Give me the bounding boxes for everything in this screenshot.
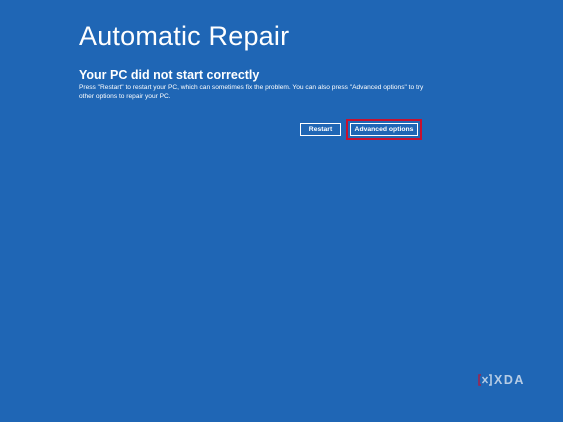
watermark: XDA (478, 373, 534, 387)
xda-logo-icon (478, 374, 492, 386)
page-title: Automatic Repair (79, 21, 290, 51)
watermark-text: XDA (494, 373, 525, 387)
automatic-repair-screen: Automatic Repair Your PC did not start c… (0, 0, 563, 422)
page-subtitle: Your PC did not start correctly (79, 68, 260, 82)
description-text: Press "Restart" to restart your PC, whic… (79, 84, 424, 100)
restart-button[interactable]: Restart (300, 123, 341, 136)
advanced-options-button[interactable]: Advanced options (350, 123, 418, 136)
